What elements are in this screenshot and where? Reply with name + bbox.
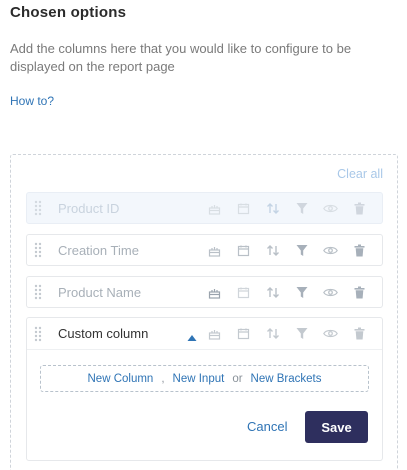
- column-label: Product ID: [58, 200, 120, 216]
- column-label: Product Name: [58, 284, 142, 300]
- calendar-icon[interactable]: [229, 277, 258, 307]
- or-separator: or: [232, 372, 243, 385]
- sort-icon[interactable]: [258, 193, 287, 223]
- drag-handle-icon[interactable]: [27, 277, 49, 307]
- clear-all-link[interactable]: Clear all: [337, 167, 383, 181]
- trash-icon[interactable]: [345, 318, 374, 349]
- cake-icon[interactable]: [200, 235, 229, 265]
- cake-icon[interactable]: [200, 318, 229, 349]
- caret-up-icon[interactable]: [187, 329, 197, 347]
- cake-icon[interactable]: [200, 193, 229, 223]
- filter-icon[interactable]: [287, 318, 316, 349]
- custom-column-header[interactable]: Custom column: [27, 318, 382, 350]
- calendar-icon[interactable]: [229, 193, 258, 223]
- new-brackets-link[interactable]: New Brackets: [251, 373, 322, 385]
- new-column-link[interactable]: New Column: [88, 373, 154, 385]
- filter-icon[interactable]: [287, 193, 316, 223]
- sort-icon[interactable]: [258, 277, 287, 307]
- column-label: Creation Time: [58, 242, 139, 258]
- trash-icon[interactable]: [345, 235, 374, 265]
- save-button[interactable]: Save: [305, 411, 368, 443]
- cancel-button[interactable]: Cancel: [247, 419, 287, 434]
- add-expression-box: New Column , New Input or New Brackets: [40, 365, 369, 392]
- drag-handle-icon[interactable]: [27, 318, 49, 349]
- how-to-link[interactable]: How to?: [10, 94, 54, 108]
- comma-separator: ,: [161, 372, 165, 385]
- eye-icon[interactable]: [316, 235, 345, 265]
- sort-icon[interactable]: [258, 235, 287, 265]
- new-input-link[interactable]: New Input: [173, 373, 225, 385]
- column-row-product-name[interactable]: Product Name: [26, 276, 383, 308]
- sort-icon[interactable]: [258, 318, 287, 349]
- trash-icon[interactable]: [345, 193, 374, 223]
- filter-icon[interactable]: [287, 235, 316, 265]
- drag-handle-icon[interactable]: [27, 235, 49, 265]
- column-row-product-id[interactable]: Product ID: [26, 192, 383, 224]
- eye-icon[interactable]: [316, 277, 345, 307]
- chosen-columns-panel: Clear all Product ID Creation Time Produ…: [10, 154, 398, 470]
- cake-icon[interactable]: [200, 277, 229, 307]
- page-title: Chosen options: [10, 4, 127, 21]
- calendar-icon[interactable]: [229, 318, 258, 349]
- calendar-icon[interactable]: [229, 235, 258, 265]
- eye-icon[interactable]: [316, 318, 345, 349]
- eye-icon[interactable]: [316, 193, 345, 223]
- custom-column-card: Custom column New Column , New Input or …: [26, 317, 383, 461]
- page-description: Add the columns here that you would like…: [10, 41, 352, 74]
- filter-icon[interactable]: [287, 277, 316, 307]
- trash-icon[interactable]: [345, 277, 374, 307]
- column-row-creation-time[interactable]: Creation Time: [26, 234, 383, 266]
- custom-column-label: Custom column: [58, 326, 149, 341]
- drag-handle-icon[interactable]: [27, 193, 49, 223]
